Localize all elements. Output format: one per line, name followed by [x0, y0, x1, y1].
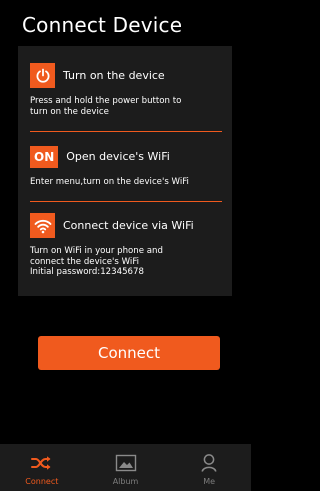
tab-bar: Connect Album Me: [0, 444, 251, 491]
step-description: Press and hold the power button to turn …: [30, 96, 182, 117]
step-description: Enter menu,turn on the device's WiFi: [30, 177, 189, 187]
step-open-wifi: ON Open device's WiFi Enter menu,turn on…: [30, 145, 226, 188]
tab-album[interactable]: Album: [84, 444, 168, 491]
tab-label: Album: [112, 477, 139, 486]
step-title: Connect device via WiFi: [63, 219, 194, 232]
instructions-card: Turn on the device Press and hold the po…: [18, 46, 232, 296]
tab-me[interactable]: Me: [167, 444, 251, 491]
divider: [30, 131, 222, 132]
power-icon: [30, 63, 55, 88]
image-icon: [115, 452, 137, 474]
step-title: Turn on the device: [63, 69, 165, 82]
step-title: Open device's WiFi: [66, 150, 170, 163]
wifi-icon: [30, 213, 55, 238]
shuffle-icon: [30, 452, 53, 474]
connect-button[interactable]: Connect: [38, 336, 220, 370]
divider: [30, 201, 222, 202]
step-connect-wifi: Connect device via WiFi Turn on WiFi in …: [30, 213, 226, 278]
on-badge: ON: [30, 146, 59, 168]
step-turn-on: Turn on the device Press and hold the po…: [30, 63, 226, 117]
tab-connect[interactable]: Connect: [0, 444, 84, 491]
step-description: Turn on WiFi in your phone and connect t…: [30, 246, 163, 278]
page-title: Connect Device: [22, 13, 183, 37]
tab-label: Me: [203, 477, 216, 486]
tab-label: Connect: [25, 477, 59, 486]
person-icon: [200, 452, 218, 474]
